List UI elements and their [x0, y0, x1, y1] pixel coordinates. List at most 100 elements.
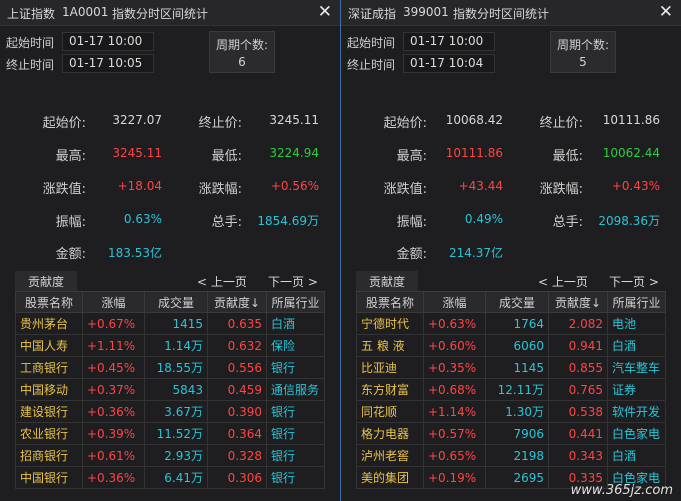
- stock-volume: 11.52万: [144, 422, 208, 445]
- table-row[interactable]: 招商银行 +0.61% 2.93万 0.328 银行: [15, 444, 325, 467]
- stock-name: 宁德时代: [356, 312, 424, 335]
- stock-change: +0.63%: [423, 312, 486, 335]
- start-time-label: 起始时间: [347, 36, 396, 50]
- stock-volume: 6.41万: [144, 466, 208, 489]
- start-price-value: 10068.42: [445, 113, 503, 127]
- next-page-link[interactable]: 下一页 >: [268, 273, 318, 290]
- table-row[interactable]: 中国人寿 +1.11% 1.14万 0.632 保险: [15, 334, 325, 357]
- table-row[interactable]: 工商银行 +0.45% 18.55万 0.556 银行: [15, 356, 325, 379]
- start-time-label: 起始时间: [6, 36, 55, 50]
- stock-volume: 1415: [144, 312, 208, 335]
- stock-volume: 6060: [485, 334, 549, 357]
- table-row[interactable]: 东方财富 +0.68% 12.11万 0.765 证券: [356, 378, 666, 401]
- panel-sh-index: 上证指数 1A0001 指数分时区间统计 ✕ 起始时间 01-17 10:00 …: [0, 0, 340, 501]
- stock-volume: 7906: [485, 422, 549, 445]
- stock-name: 五 粮 液: [356, 334, 424, 357]
- stock-change: +0.45%: [82, 356, 145, 379]
- stock-volume: 1.14万: [144, 334, 208, 357]
- next-page-link[interactable]: 下一页 >: [609, 273, 659, 290]
- table-row[interactable]: 中国移动 +0.37% 5843 0.459 通信服务: [15, 378, 325, 401]
- stock-change: +0.37%: [82, 378, 145, 401]
- col-header-volume[interactable]: 成交量: [485, 291, 549, 313]
- stock-change: +0.61%: [82, 444, 145, 467]
- stock-volume: 3.67万: [144, 400, 208, 423]
- stock-industry: 银行: [266, 444, 325, 467]
- stock-industry: 白色家电: [607, 422, 666, 445]
- table-row[interactable]: 贵州茅台 +0.67% 1415 0.635 白酒: [15, 312, 325, 335]
- start-time-field[interactable]: 01-17 10:00: [403, 32, 495, 51]
- end-time-field[interactable]: 01-17 10:05: [62, 54, 154, 73]
- stock-industry: 白酒: [266, 312, 325, 335]
- col-header-industry[interactable]: 所属行业: [266, 291, 325, 313]
- table-row[interactable]: 比亚迪 +0.35% 1145 0.855 汽车整车: [356, 356, 666, 379]
- index-name: 上证指数: [7, 7, 56, 21]
- stock-contribution: 0.556: [207, 356, 267, 379]
- stock-contribution: 0.459: [207, 378, 267, 401]
- prev-page-link[interactable]: < 上一页: [538, 273, 588, 290]
- stock-volume: 2.93万: [144, 444, 208, 467]
- prev-page-link[interactable]: < 上一页: [197, 273, 247, 290]
- stock-change: +0.68%: [423, 378, 486, 401]
- table-row[interactable]: 农业银行 +0.39% 11.52万 0.364 银行: [15, 422, 325, 445]
- site-watermark: www.365jz.com: [570, 483, 673, 498]
- close-icon[interactable]: ✕: [318, 3, 332, 21]
- change-value: +43.44: [458, 179, 503, 193]
- stock-change: +0.65%: [423, 444, 486, 467]
- stock-industry: 银行: [266, 466, 325, 489]
- stock-volume: 2695: [485, 466, 549, 489]
- change-pct-value: +0.56%: [270, 179, 319, 193]
- period-count-box: 周期个数: 5: [550, 31, 616, 73]
- col-header-contribution[interactable]: 贡献度↓: [207, 291, 267, 313]
- stock-contribution: 0.328: [207, 444, 267, 467]
- col-header-change[interactable]: 涨幅: [423, 291, 486, 313]
- col-header-volume[interactable]: 成交量: [144, 291, 208, 313]
- stock-contribution: 0.306: [207, 466, 267, 489]
- table-row[interactable]: 五 粮 液 +0.60% 6060 0.941 白酒: [356, 334, 666, 357]
- contribution-tab[interactable]: 贡献度: [15, 271, 77, 291]
- table-row[interactable]: 泸州老窖 +0.65% 2198 0.343 白酒: [356, 444, 666, 467]
- table-row[interactable]: 建设银行 +0.36% 3.67万 0.390 银行: [15, 400, 325, 423]
- col-header-change[interactable]: 涨幅: [82, 291, 145, 313]
- stock-name: 美的集团: [356, 466, 424, 489]
- table-row[interactable]: 中国银行 +0.36% 6.41万 0.306 银行: [15, 466, 325, 489]
- table-header-row: 股票名称 涨幅 成交量 贡献度↓ 所属行业: [15, 291, 325, 313]
- title-bar: 深证成指 399001 指数分时区间统计 ✕: [341, 0, 681, 26]
- window-title: 指数分时区间统计: [453, 7, 550, 21]
- table-row[interactable]: 宁德时代 +0.63% 1764 2.082 电池: [356, 312, 666, 335]
- stock-volume: 18.55万: [144, 356, 208, 379]
- stock-name: 中国人寿: [15, 334, 83, 357]
- col-header-industry[interactable]: 所属行业: [607, 291, 666, 313]
- period-count-value: 6: [238, 55, 246, 69]
- stock-industry: 银行: [266, 400, 325, 423]
- high-value: 10111.86: [445, 146, 503, 160]
- stock-change: +0.39%: [82, 422, 145, 445]
- col-header-contribution[interactable]: 贡献度↓: [548, 291, 608, 313]
- col-header-name[interactable]: 股票名称: [356, 291, 424, 313]
- table-row[interactable]: 同花顺 +1.14% 1.30万 0.538 软件开发: [356, 400, 666, 423]
- volume-value: 1854.69万: [257, 214, 319, 228]
- window-title: 指数分时区间统计: [112, 7, 209, 21]
- stock-industry: 白酒: [607, 444, 666, 467]
- col-header-name[interactable]: 股票名称: [15, 291, 83, 313]
- contribution-tab[interactable]: 贡献度: [356, 271, 418, 291]
- low-value: 10062.44: [602, 146, 660, 160]
- start-time-field[interactable]: 01-17 10:00: [62, 32, 154, 51]
- end-price-value: 10111.86: [602, 113, 660, 127]
- stock-contribution: 0.390: [207, 400, 267, 423]
- stock-name: 泸州老窖: [356, 444, 424, 467]
- stock-industry: 软件开发: [607, 400, 666, 423]
- stock-industry: 保险: [266, 334, 325, 357]
- stock-volume: 1764: [485, 312, 549, 335]
- amplitude-value: 0.63%: [123, 212, 162, 226]
- stock-industry: 银行: [266, 422, 325, 445]
- end-time-field[interactable]: 01-17 10:04: [403, 54, 495, 73]
- index-code: 1A0001: [62, 5, 109, 19]
- stock-industry: 电池: [607, 312, 666, 335]
- stock-name: 中国移动: [15, 378, 83, 401]
- start-price-value: 3227.07: [112, 113, 162, 127]
- period-count-label: 周期个数:: [215, 38, 269, 52]
- close-icon[interactable]: ✕: [659, 3, 673, 21]
- table-header-row: 股票名称 涨幅 成交量 贡献度↓ 所属行业: [356, 291, 666, 313]
- table-row[interactable]: 格力电器 +0.57% 7906 0.441 白色家电: [356, 422, 666, 445]
- period-count-label: 周期个数:: [556, 38, 610, 52]
